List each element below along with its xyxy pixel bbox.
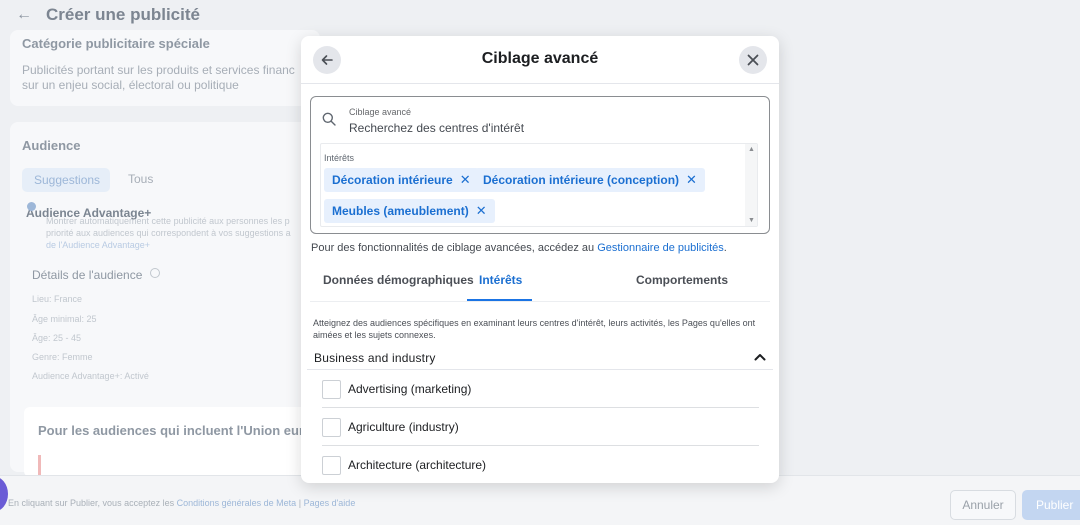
category-title: Business and industry bbox=[314, 351, 436, 365]
option-checkbox[interactable] bbox=[322, 456, 341, 475]
targeting-search-box: Ciblage avancé Intérêts Décoration intér… bbox=[310, 96, 770, 234]
modal-title: Ciblage avancé bbox=[481, 50, 599, 67]
detail-item: Âge: 25 - 45 bbox=[32, 333, 82, 343]
special-category-card: Catégorie publicitaire spéciale Publicit… bbox=[10, 30, 320, 106]
advantage-desc: priorité aux audiences qui correspondent… bbox=[46, 228, 291, 238]
advantage-desc: Montrer automatiquement cette publicité … bbox=[46, 216, 290, 226]
interest-option[interactable]: Agriculture (industry) bbox=[322, 408, 759, 446]
interests-scrollbar[interactable]: ▲ ▼ bbox=[745, 144, 757, 226]
detail-item: Lieu: France bbox=[32, 294, 83, 304]
hint-end: . bbox=[723, 242, 727, 254]
close-button[interactable] bbox=[739, 46, 767, 74]
interest-search-input[interactable] bbox=[349, 119, 749, 136]
remove-chip-icon[interactable]: ✕ bbox=[476, 203, 487, 219]
cancel-button[interactable]: Annuler bbox=[950, 490, 1016, 520]
audience-title: Audience bbox=[22, 138, 81, 153]
eu-notice-title: Pour les audiences qui incluent l'Union … bbox=[38, 423, 320, 438]
eu-notice-card: Pour les audiences qui incluent l'Union … bbox=[24, 407, 320, 477]
search-caption: Ciblage avancé bbox=[349, 107, 412, 117]
option-checkbox[interactable] bbox=[322, 380, 341, 399]
detail-item: Audience Advantage+: Activé bbox=[32, 371, 149, 381]
interest-chip: Meubles (ameublement) ✕ bbox=[324, 199, 495, 223]
terms-link[interactable]: Conditions générales de Meta bbox=[177, 498, 297, 508]
option-label: Advertising (marketing) bbox=[348, 382, 472, 396]
interest-chip: Décoration intérieure (conception) ✕ bbox=[475, 168, 705, 192]
remove-chip-icon[interactable]: ✕ bbox=[460, 172, 471, 188]
interest-option[interactable]: Architecture (architecture) bbox=[322, 446, 759, 483]
help-link[interactable]: Pages d'aide bbox=[304, 498, 356, 508]
footer-text: En cliquant sur Publier, vous acceptez l… bbox=[8, 498, 175, 508]
scroll-down-icon[interactable]: ▼ bbox=[748, 217, 755, 224]
advanced-targeting-modal: Ciblage avancé Ciblage avancé Intérêts D… bbox=[301, 36, 779, 483]
page-header: ← Créer une publicité bbox=[0, 0, 1080, 30]
footer-terms: En cliquant sur Publier, vous acceptez l… bbox=[8, 498, 355, 508]
special-category-text: Publicités portant sur les produits et s… bbox=[22, 63, 295, 77]
back-arrow-icon[interactable]: ← bbox=[16, 6, 32, 24]
detail-item: Genre: Femme bbox=[32, 352, 93, 362]
interests-caption: Intérêts bbox=[324, 153, 355, 163]
eu-notice-accent bbox=[38, 455, 41, 477]
ads-manager-link[interactable]: Gestionnaire de publicités bbox=[597, 242, 724, 254]
tabs-divider bbox=[310, 301, 770, 302]
tab-suggestions[interactable]: Suggestions bbox=[22, 168, 110, 192]
hint-text: Pour des fonctionnalités de ciblage avan… bbox=[311, 242, 595, 254]
info-icon bbox=[150, 268, 160, 278]
tab-demographics[interactable]: Données démographiques bbox=[323, 273, 474, 287]
interest-chip-label: Décoration intérieure (conception) bbox=[483, 173, 680, 187]
details-title: Détails de l'audience bbox=[32, 268, 143, 282]
interest-chip-label: Meubles (ameublement) bbox=[332, 204, 469, 218]
interest-option[interactable]: Advertising (marketing) bbox=[322, 370, 759, 408]
option-checkbox[interactable] bbox=[322, 418, 341, 437]
tab-all[interactable]: Tous bbox=[128, 172, 153, 186]
interest-chip-label: Décoration intérieure bbox=[332, 173, 453, 187]
publish-button[interactable]: Publier bbox=[1022, 490, 1080, 520]
interests-description: Atteignez des audiences spécifiques en e… bbox=[313, 318, 756, 340]
active-tab-indicator bbox=[467, 299, 532, 301]
special-category-title: Catégorie publicitaire spéciale bbox=[22, 36, 210, 51]
advantage-link[interactable]: de l'Audience Advantage+ bbox=[46, 240, 150, 250]
interest-chip: Décoration intérieure ✕ bbox=[324, 168, 479, 192]
scroll-up-icon[interactable]: ▲ bbox=[748, 146, 755, 153]
radio-advantage[interactable] bbox=[27, 202, 36, 211]
tab-behaviors[interactable]: Comportements bbox=[636, 273, 728, 287]
search-icon bbox=[322, 112, 336, 126]
tab-suggestions-label: Suggestions bbox=[34, 173, 101, 187]
footer-separator: | bbox=[298, 498, 302, 508]
ads-manager-hint: Pour des fonctionnalités de ciblage avan… bbox=[311, 242, 727, 254]
category-business-industry[interactable]: Business and industry bbox=[307, 346, 773, 370]
tab-interests[interactable]: Intérêts bbox=[479, 273, 522, 287]
page-title: Créer une publicité bbox=[46, 5, 200, 24]
detail-item: Âge minimal: 25 bbox=[32, 314, 97, 324]
modal-header: Ciblage avancé bbox=[301, 36, 779, 84]
special-category-text: sur un enjeu social, électoral ou politi… bbox=[22, 78, 239, 92]
close-icon bbox=[747, 54, 759, 66]
option-label: Agriculture (industry) bbox=[348, 420, 459, 434]
selected-interests-panel: Intérêts Décoration intérieure ✕ Décorat… bbox=[320, 143, 758, 227]
option-label: Architecture (architecture) bbox=[348, 458, 487, 472]
chevron-up-icon bbox=[754, 354, 766, 361]
remove-chip-icon[interactable]: ✕ bbox=[686, 172, 697, 188]
